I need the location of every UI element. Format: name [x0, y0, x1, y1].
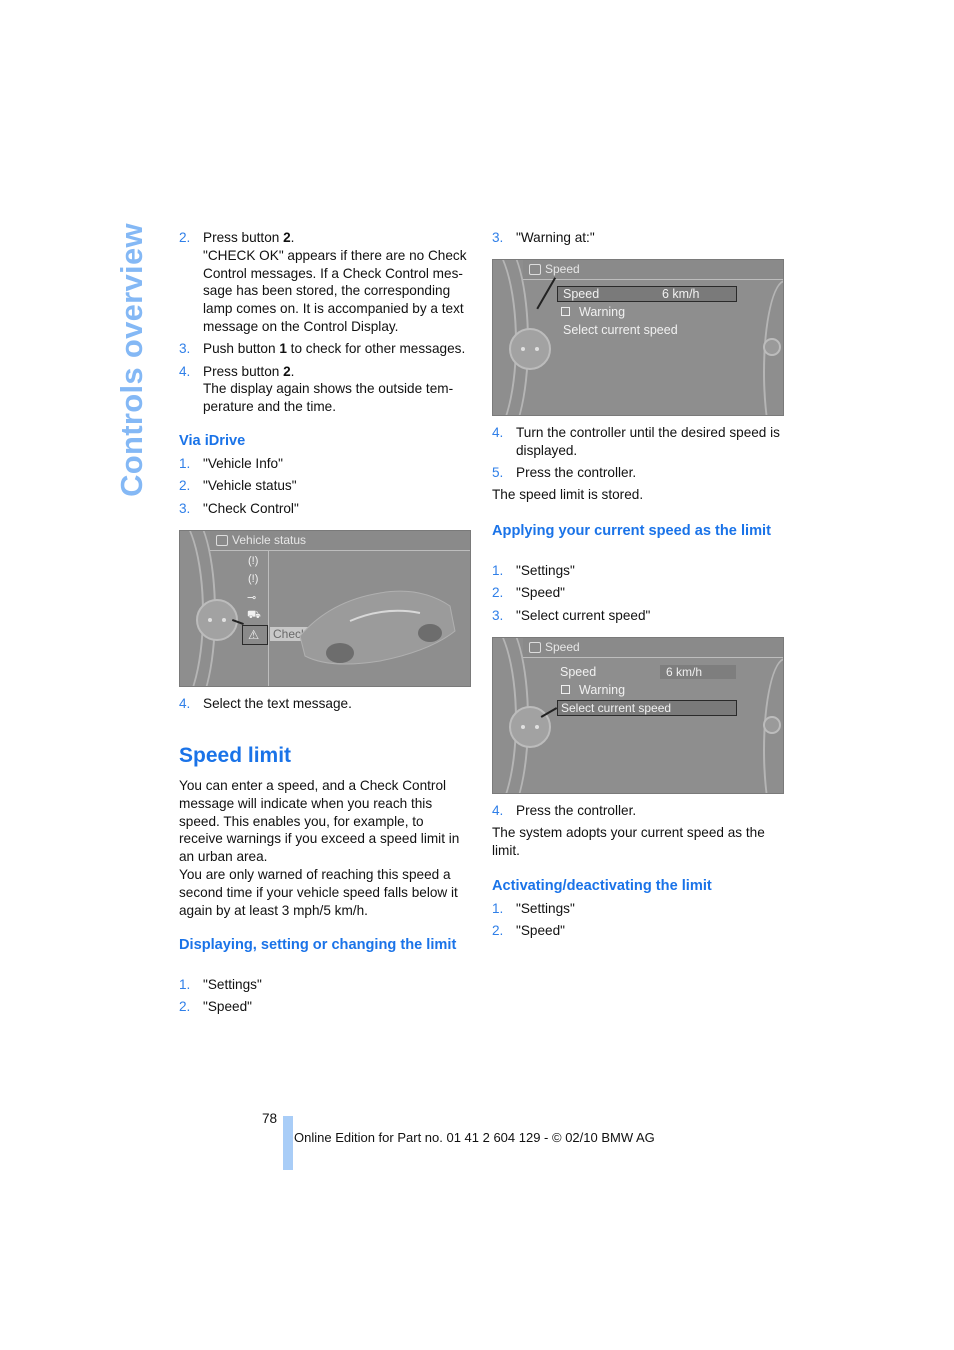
speed-icon: [529, 642, 541, 653]
select-current-speed-selected: Select current speed: [557, 700, 737, 716]
controller-knob-icon: [509, 328, 551, 370]
page-number: 78: [262, 1111, 278, 1126]
list-item: 1. "Settings": [492, 901, 575, 916]
speed-row-selected: Speed 6 km/h: [557, 286, 737, 302]
speed-value-field: 6 km/h: [660, 665, 736, 679]
checkbox-icon: [561, 307, 570, 316]
activating-steps: 1. "Settings" 2. "Speed": [492, 900, 787, 945]
screen-title-bar: Vehicle status: [210, 531, 470, 551]
via-idrive-heading: Via iDrive: [179, 433, 246, 449]
car-illustration: [299, 590, 456, 665]
displaying-heading: Displaying, setting or changing the limi…: [179, 937, 457, 953]
step4-select-message: 4. Select the text message.: [179, 695, 474, 717]
speed-limit-heading: Speed limit: [179, 744, 292, 767]
list-item: 2. Press button 2. "CHECK OK" appears if t…: [179, 230, 467, 334]
brake-icon: (!): [248, 573, 259, 585]
section-side-title: Controls overview: [112, 223, 152, 497]
intro-steps: 2. Press button 2. "CHECK OK" appears if t…: [179, 229, 474, 416]
list-item: 1. "Settings": [492, 563, 575, 578]
speed-label: Speed: [560, 665, 597, 679]
applying-heading: Applying your current speed as the limit: [492, 523, 771, 539]
list-item: 1. "Settings": [179, 977, 262, 992]
list-item: 2. "Vehicle status": [179, 478, 297, 494]
speed-limit-paragraph: You are only warned of reaching this spe…: [179, 866, 458, 918]
oil-icon: ⊸: [247, 592, 257, 604]
pointer-line: [536, 277, 556, 310]
list-item: 2. "Speed": [179, 999, 252, 1015]
list-item: 2. "Speed": [492, 923, 565, 939]
check-control-selected-box: ⚠: [242, 625, 268, 645]
speed-limit-paragraph: You can enter a speed, and a Check Contr…: [179, 778, 460, 865]
list-item: 4. Press button 2. The display again shows…: [179, 363, 454, 415]
list-item: 3. Push button 1 to check for other messa…: [179, 341, 466, 357]
speed-icon: [529, 264, 541, 275]
footer-accent-bar: [283, 1116, 293, 1170]
side-title-text: Controls overview: [114, 223, 149, 497]
via-idrive-list: 1. "Vehicle Info" 2. "Vehicle status" 3. "C…: [179, 455, 474, 522]
left-column: 2. Press button 2. "CHECK OK" appears if t…: [179, 229, 474, 420]
list-item: 2. "Speed": [492, 585, 565, 601]
warning-checkbox-row: Warning: [561, 683, 625, 697]
screen-title-bar: Speed: [523, 260, 783, 280]
speed-limit-body: You can enter a speed, and a Check Contr…: [179, 777, 471, 919]
list-item: 3. "Check Control": [179, 500, 299, 516]
list-item: 4. Select the text message.: [179, 696, 352, 711]
stored-text: The speed limit is stored.: [492, 487, 644, 503]
select-current-speed-option: Select current speed: [563, 323, 678, 337]
list-item: 4. Turn the controller until the desired …: [492, 425, 780, 458]
list-item: 4. Press the controller.: [492, 803, 637, 818]
car-service-icon: ⛟: [247, 609, 261, 621]
option-button-icon: [763, 716, 781, 734]
edition-footer: Online Edition for Part no. 01 41 2 604 …: [294, 1130, 655, 1145]
select-current-speed-screenshot: Speed Speed 6 km/h Warning Select curren…: [492, 637, 784, 794]
warning-triangle-icon: ⚠: [248, 628, 260, 642]
option-button-icon: [763, 338, 781, 356]
applying-steps: 1. "Settings" 2. "Speed" 3. "Select current…: [492, 562, 787, 629]
list-item: 5. Press the controller.: [492, 465, 637, 481]
list-item: 3. "Warning at:": [492, 230, 595, 245]
vehicle-status-screenshot: Vehicle status (!) (!) ⊸ ⛟ ⚠ Check Contr…: [179, 530, 471, 687]
warning-checkbox-row: Warning: [561, 305, 625, 319]
vehicle-info-icon: [216, 535, 228, 546]
adopts-text: The system adopts your current speed as …: [492, 825, 765, 859]
activating-heading: Activating/deactivating the limit: [492, 878, 712, 894]
screen-title-bar: Speed: [523, 638, 783, 658]
speed-warning-screenshot: Speed Speed 6 km/h Warning Select curren…: [492, 259, 784, 416]
list-item: 3. "Select current speed": [492, 607, 651, 623]
warning-at-step: 3. "Warning at:": [492, 229, 787, 251]
tire-pressure-icon: (!): [248, 555, 259, 567]
steps-after-warning: 4. Turn the controller until the desired …: [492, 424, 787, 504]
list-item: 1. "Vehicle Info": [179, 456, 283, 471]
displaying-steps: 1. "Settings" 2. "Speed": [179, 976, 474, 1021]
icon-column: (!) (!) ⊸ ⛟: [242, 551, 269, 686]
apply-final-steps: 4. Press the controller. The system adopt…: [492, 802, 787, 860]
checkbox-icon: [561, 685, 570, 694]
